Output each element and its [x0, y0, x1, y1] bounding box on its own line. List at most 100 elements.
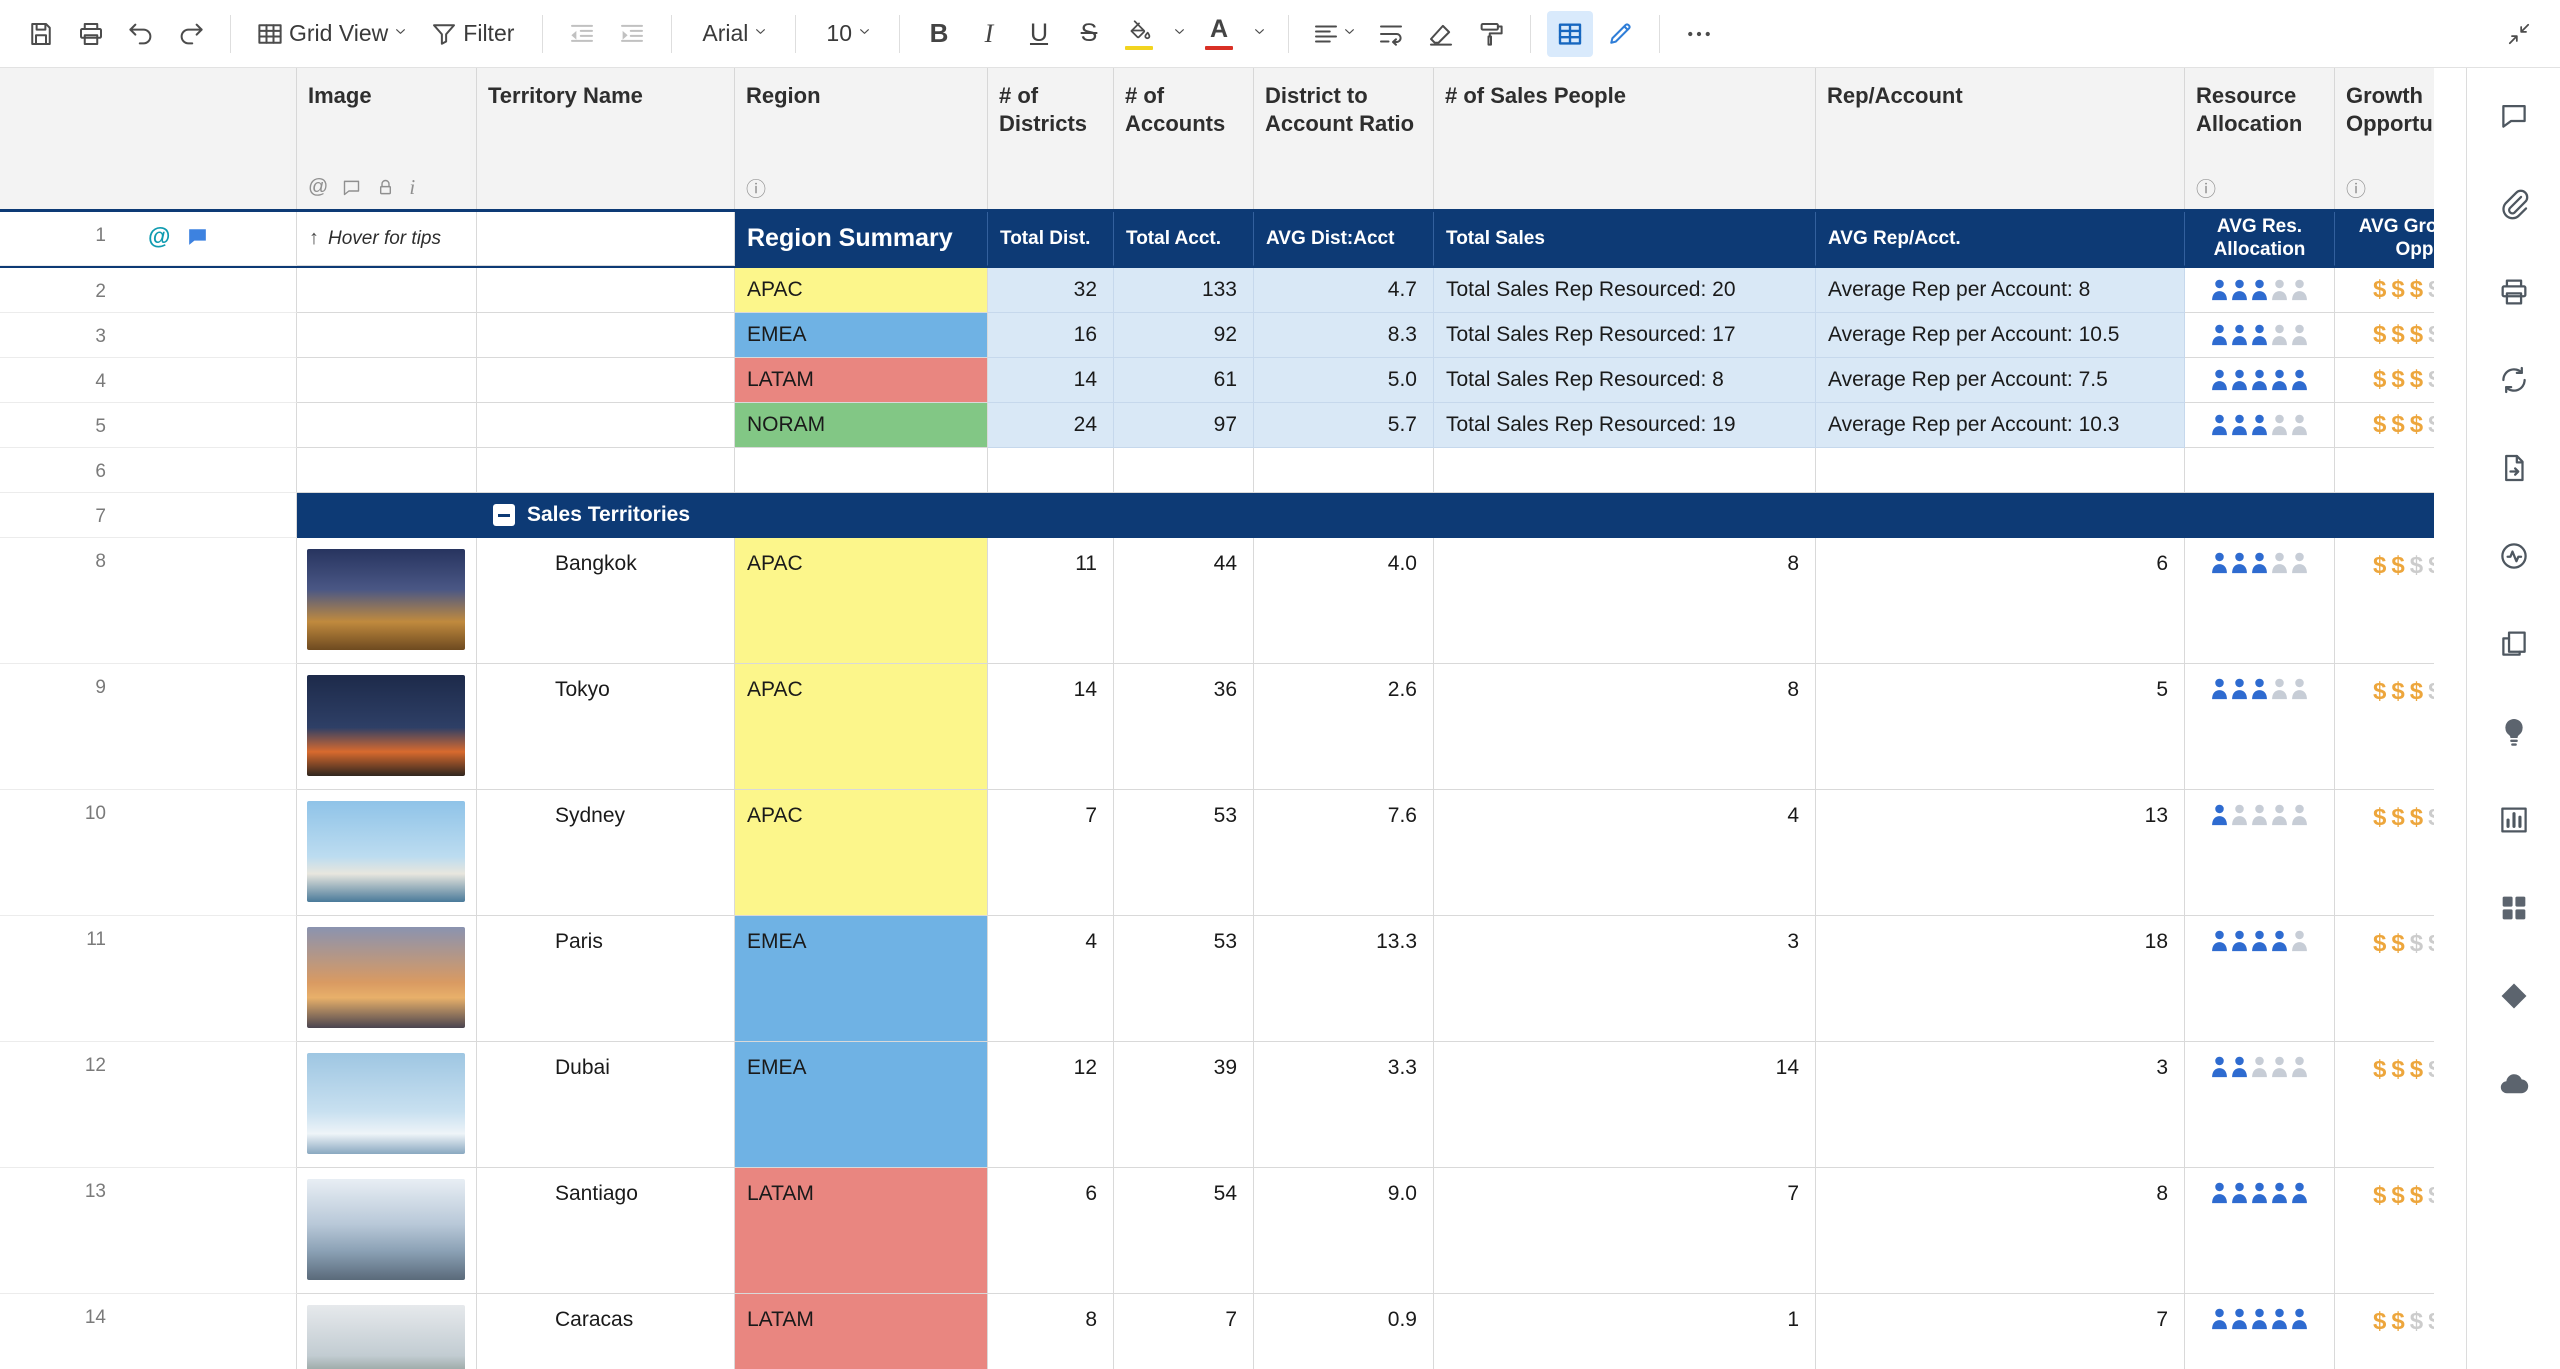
- row-gutter[interactable]: 6: [0, 448, 297, 493]
- sales-cell[interactable]: Total Sales Rep Resourced: 17: [1434, 313, 1816, 358]
- image-cell[interactable]: [297, 403, 477, 448]
- row-gutter[interactable]: 1 @: [0, 212, 297, 266]
- column-header-districts[interactable]: # of Districts: [988, 68, 1114, 209]
- accounts-cell[interactable]: 39: [1114, 1042, 1254, 1168]
- growth-opportunity-cell[interactable]: AVG Growth Opp: [2335, 212, 2434, 266]
- rep-cell[interactable]: 6: [1816, 538, 2185, 664]
- districts-cell[interactable]: 4: [988, 916, 1114, 1042]
- rep-cell[interactable]: 7: [1816, 1294, 2185, 1369]
- image-cell[interactable]: [297, 916, 477, 1042]
- districts-cell[interactable]: 32: [988, 268, 1114, 313]
- resource-allocation-cell[interactable]: [2185, 1168, 2335, 1294]
- resource-allocation-cell[interactable]: [2185, 916, 2335, 1042]
- growth-opportunity-cell[interactable]: $$$$$: [2335, 664, 2434, 790]
- column-header-ratio[interactable]: District to Account Ratio: [1254, 68, 1434, 209]
- column-header-accounts[interactable]: # of Accounts: [1114, 68, 1254, 209]
- row-gutter[interactable]: 13: [0, 1168, 297, 1294]
- territory-name-cell[interactable]: [477, 268, 735, 313]
- districts-cell[interactable]: 7: [988, 790, 1114, 916]
- resource-allocation-cell[interactable]: [2185, 268, 2335, 313]
- growth-opportunity-cell[interactable]: $$$$$: [2335, 1042, 2434, 1168]
- districts-cell[interactable]: Total Dist.: [988, 212, 1114, 266]
- rep-cell[interactable]: 3: [1816, 1042, 2185, 1168]
- outdent-button[interactable]: [559, 11, 605, 57]
- sales-cell[interactable]: 7: [1434, 1168, 1816, 1294]
- territory-photo-dubai[interactable]: [307, 1053, 465, 1154]
- rep-cell[interactable]: Average Rep per Account: 10.3: [1816, 403, 2185, 448]
- indent-button[interactable]: [609, 11, 655, 57]
- text-color-dropdown[interactable]: [1246, 11, 1272, 57]
- region-cell[interactable]: LATAM: [735, 1168, 988, 1294]
- conversations-button[interactable]: [2496, 98, 2532, 134]
- info-italic-icon[interactable]: i: [409, 175, 415, 200]
- fill-color-button[interactable]: [1116, 11, 1162, 57]
- growth-opportunity-cell[interactable]: $$$$$: [2335, 403, 2434, 448]
- accounts-cell[interactable]: 133: [1114, 268, 1254, 313]
- wrap-text-button[interactable]: [1368, 11, 1414, 57]
- row-gutter[interactable]: 9: [0, 664, 297, 790]
- column-header-region[interactable]: Region ⓘ: [735, 68, 988, 209]
- row-gutter[interactable]: 11: [0, 916, 297, 1042]
- territory-photo-tokyo[interactable]: [307, 675, 465, 776]
- attachments-button[interactable]: [2496, 186, 2532, 222]
- territory-photo-paris[interactable]: [307, 927, 465, 1028]
- underline-button[interactable]: U: [1016, 11, 1062, 57]
- ratio-cell[interactable]: 5.0: [1254, 358, 1434, 403]
- image-cell[interactable]: [297, 268, 477, 313]
- ratio-cell[interactable]: 5.7: [1254, 403, 1434, 448]
- region-cell[interactable]: EMEA: [735, 313, 988, 358]
- save-button[interactable]: [18, 11, 64, 57]
- sales-cell[interactable]: 8: [1434, 538, 1816, 664]
- region-cell[interactable]: APAC: [735, 268, 988, 313]
- ratio-cell[interactable]: 0.9: [1254, 1294, 1434, 1369]
- column-header-resource-allocation[interactable]: Resource Allocation ⓘ: [2185, 68, 2335, 209]
- resource-allocation-cell[interactable]: [2185, 538, 2335, 664]
- accounts-cell[interactable]: 44: [1114, 538, 1254, 664]
- ratio-cell[interactable]: AVG Dist:Acct: [1254, 212, 1434, 266]
- ratio-cell[interactable]: 7.6: [1254, 790, 1434, 916]
- text-color-button[interactable]: A: [1196, 11, 1242, 57]
- region-cell[interactable]: NORAM: [735, 403, 988, 448]
- charts-button[interactable]: [2496, 802, 2532, 838]
- region-cell[interactable]: APAC: [735, 538, 988, 664]
- territory-name-cell[interactable]: Santiago: [477, 1168, 735, 1294]
- comment-column-icon[interactable]: [341, 177, 362, 198]
- rep-cell[interactable]: Average Rep per Account: 7.5: [1816, 358, 2185, 403]
- info-icon[interactable]: ⓘ: [746, 173, 766, 202]
- territory-name-cell[interactable]: Caracas: [477, 1294, 735, 1369]
- row-gutter[interactable]: 3: [0, 313, 297, 358]
- image-cell[interactable]: [297, 358, 477, 403]
- collapse-toolbar-button[interactable]: [2496, 11, 2542, 57]
- row-gutter[interactable]: 5: [0, 403, 297, 448]
- ratio-cell[interactable]: 8.3: [1254, 313, 1434, 358]
- resource-allocation-cell[interactable]: [2185, 664, 2335, 790]
- redo-button[interactable]: [168, 11, 214, 57]
- resource-allocation-cell[interactable]: [2185, 403, 2335, 448]
- format-painter-button[interactable]: [1468, 11, 1514, 57]
- growth-opportunity-cell[interactable]: $$$$$: [2335, 538, 2434, 664]
- ratio-cell[interactable]: 4.7: [1254, 268, 1434, 313]
- districts-cell[interactable]: 14: [988, 664, 1114, 790]
- territory-photo-sydney[interactable]: [307, 801, 465, 902]
- ratio-cell[interactable]: 3.3: [1254, 1042, 1434, 1168]
- accounts-cell[interactable]: 61: [1114, 358, 1254, 403]
- italic-button[interactable]: I: [966, 11, 1012, 57]
- update-requests-button[interactable]: [2496, 362, 2532, 398]
- ratio-cell[interactable]: 2.6: [1254, 664, 1434, 790]
- rep-cell[interactable]: Average Rep per Account: 8: [1816, 268, 2185, 313]
- growth-opportunity-cell[interactable]: $$$$$: [2335, 358, 2434, 403]
- growth-opportunity-cell[interactable]: $$$$$: [2335, 790, 2434, 916]
- accounts-cell[interactable]: 53: [1114, 790, 1254, 916]
- growth-opportunity-cell[interactable]: $$$$$: [2335, 268, 2434, 313]
- row-gutter[interactable]: 7: [0, 493, 297, 538]
- image-cell[interactable]: [297, 664, 477, 790]
- image-cell[interactable]: [297, 1294, 477, 1369]
- territory-name-cell[interactable]: [477, 358, 735, 403]
- summary-button[interactable]: [2496, 714, 2532, 750]
- sales-cell[interactable]: 3: [1434, 916, 1816, 1042]
- accounts-cell[interactable]: 54: [1114, 1168, 1254, 1294]
- region-cell[interactable]: EMEA: [735, 1042, 988, 1168]
- font-size-select[interactable]: 10: [812, 11, 883, 57]
- growth-opportunity-cell[interactable]: $$$$$: [2335, 313, 2434, 358]
- row-gutter[interactable]: 2: [0, 268, 297, 313]
